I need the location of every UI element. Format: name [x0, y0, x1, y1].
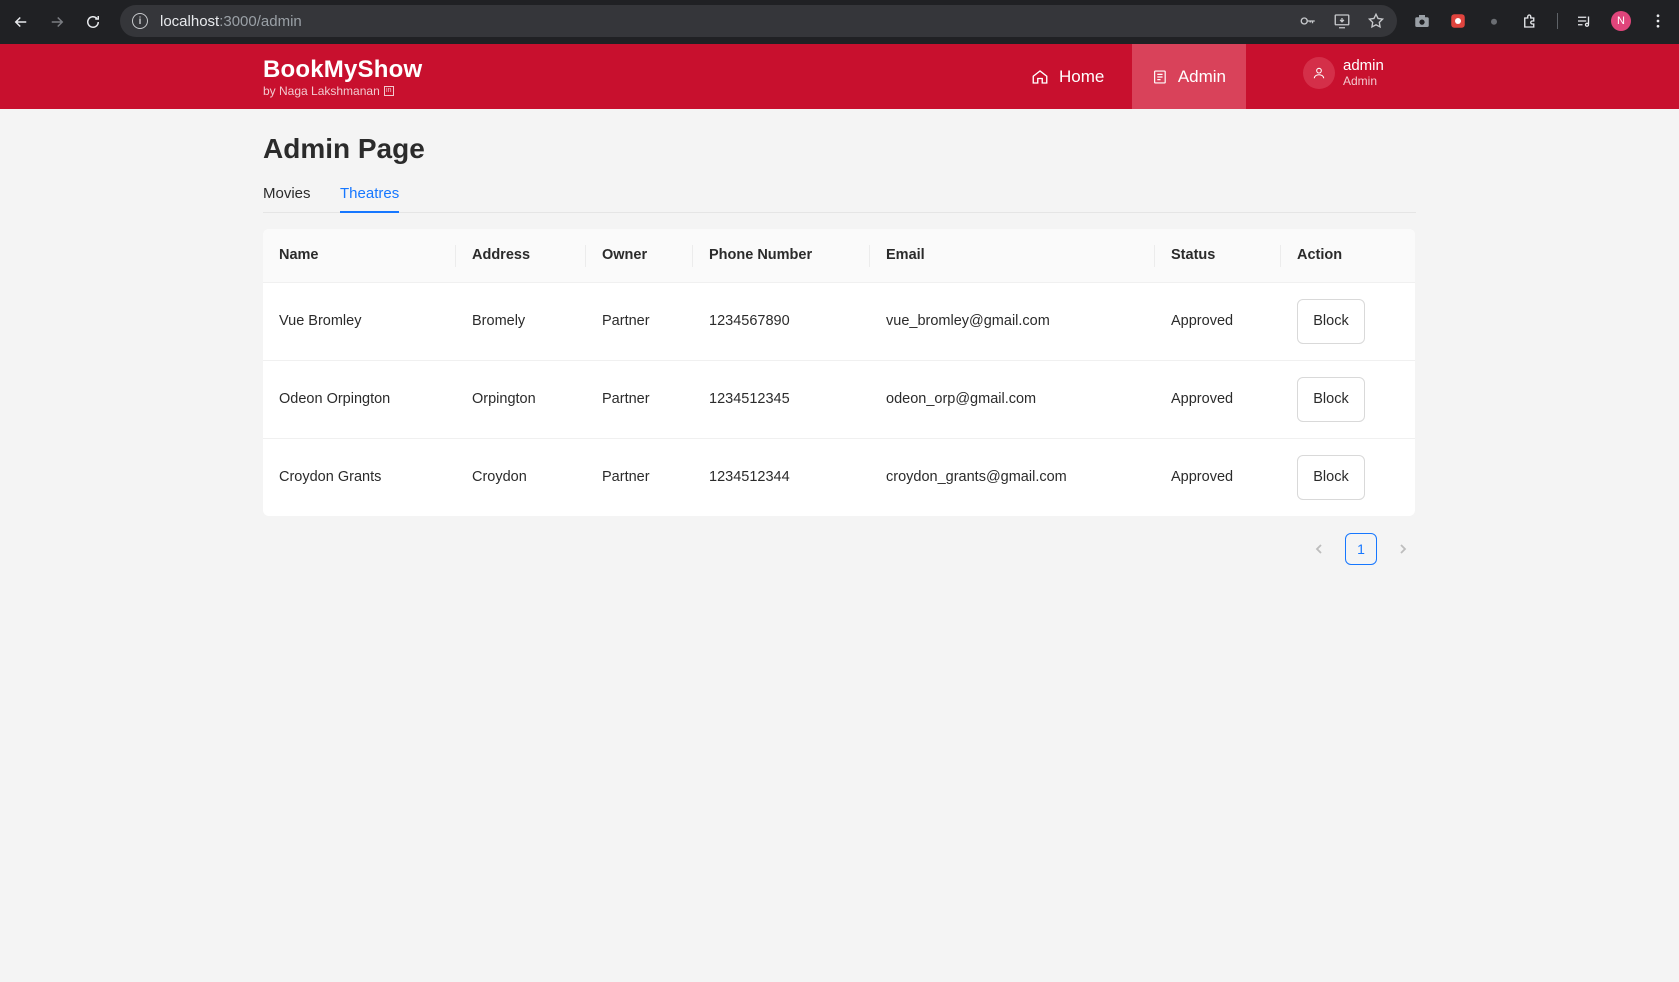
url-host: localhost [160, 12, 220, 30]
user-role: Admin [1343, 74, 1378, 88]
app-header: BookMyShow by Naga Lakshmanan in Home Ad… [0, 44, 1679, 109]
site-info-icon[interactable]: i [132, 13, 148, 29]
page-number-current[interactable]: 1 [1345, 533, 1377, 565]
column-header[interactable]: Action [1281, 229, 1415, 283]
theatre-address: Orpington [472, 391, 536, 407]
block-button[interactable]: Block [1297, 376, 1365, 422]
pagination: 1 [1307, 533, 1415, 565]
brand-title: BookMyShow [263, 56, 423, 83]
table-header-row: Name Address Owner Phone Number Email St… [263, 229, 1415, 283]
theatre-owner: Partner [602, 469, 650, 486]
theatre-email: vue_bromley@gmail.com [886, 313, 1050, 329]
theatre-address: Croydon [472, 469, 527, 486]
tab-movies[interactable]: Movies [263, 180, 311, 213]
nav-home[interactable]: Home [1011, 44, 1124, 109]
table-row: Vue Bromley Bromely Partner 1234567890 v… [263, 282, 1415, 360]
block-button[interactable]: Block [1297, 298, 1365, 344]
password-key-icon[interactable] [1299, 12, 1317, 30]
theatre-status: Approved [1171, 469, 1234, 486]
theatre-phone: 1234512344 [709, 469, 790, 486]
forward-button[interactable] [42, 7, 72, 37]
theatre-status: Approved [1171, 391, 1234, 407]
user-menu[interactable]: admin Admin [1303, 57, 1384, 89]
back-button[interactable] [6, 7, 36, 37]
tab-bar: Movies Theatres [263, 180, 1416, 213]
theatre-name: Odeon Orpington [279, 391, 391, 407]
admin-icon [1154, 69, 1166, 84]
prev-page-icon[interactable] [1307, 537, 1331, 561]
tab-theatres[interactable]: Theatres [340, 180, 400, 213]
theatres-table: Name Address Owner Phone Number Email St… [263, 229, 1415, 516]
table-row: Croydon Grants Croydon Partner 123451234… [263, 438, 1415, 516]
url-text[interactable]: localhost:3000/admin [160, 13, 302, 30]
media-controls-icon[interactable] [1574, 11, 1594, 31]
install-app-icon[interactable] [1333, 12, 1351, 30]
theatre-email: croydon_grants@gmail.com [886, 469, 1067, 486]
theatre-name: Vue Bromley [279, 313, 362, 329]
brand-subtitle-text: by Naga Lakshmanan [263, 84, 380, 98]
red-extension-icon[interactable] [1448, 11, 1468, 31]
brand[interactable]: BookMyShow by Naga Lakshmanan in [263, 56, 422, 98]
dot-extension-icon[interactable] [1484, 11, 1504, 31]
address-bar[interactable]: i localhost:3000/admin [120, 5, 1397, 37]
nav-admin-label: Admin [1177, 66, 1226, 86]
profile-avatar[interactable]: N [1611, 11, 1631, 31]
camera-extension-icon[interactable] [1412, 11, 1432, 31]
brand-subtitle: by Naga Lakshmanan in [263, 84, 422, 98]
table-row: Odeon Orpington Orpington Partner 123451… [263, 360, 1415, 438]
column-header[interactable]: Name [263, 229, 456, 283]
url-path: :3000/admin [219, 12, 302, 30]
theatre-email: odeon_orp@gmail.com [886, 391, 1037, 407]
theatre-name: Croydon Grants [279, 469, 382, 486]
nav-admin[interactable]: Admin [1132, 44, 1246, 109]
next-page-icon[interactable] [1391, 537, 1415, 561]
theatre-owner: Partner [602, 391, 650, 407]
theatre-phone: 1234567890 [709, 313, 790, 329]
nav-home-label: Home [1059, 66, 1105, 86]
column-header[interactable]: Email [870, 229, 1155, 283]
extensions-puzzle-icon[interactable] [1520, 11, 1540, 31]
user-icon [1313, 67, 1325, 79]
page-title: Admin Page [263, 133, 425, 164]
linkedin-icon[interactable]: in [383, 86, 394, 96]
user-avatar [1303, 57, 1335, 89]
theatre-owner: Partner [602, 313, 650, 329]
column-header[interactable]: Address [456, 229, 586, 283]
column-header[interactable]: Owner [586, 229, 693, 283]
theatre-address: Bromely [472, 313, 526, 329]
block-button[interactable]: Block [1297, 454, 1365, 500]
column-header[interactable]: Status [1155, 229, 1281, 283]
home-icon [1032, 69, 1048, 84]
user-name: admin [1343, 57, 1384, 74]
column-header[interactable]: Phone Number [693, 229, 870, 283]
theatre-status: Approved [1171, 313, 1234, 329]
reload-button[interactable] [78, 7, 108, 37]
browser-menu-icon[interactable] [1648, 11, 1668, 31]
bookmark-star-icon[interactable] [1367, 12, 1385, 30]
theatre-phone: 1234512345 [709, 391, 790, 407]
browser-toolbar: i localhost:3000/admin N [0, 0, 1679, 44]
